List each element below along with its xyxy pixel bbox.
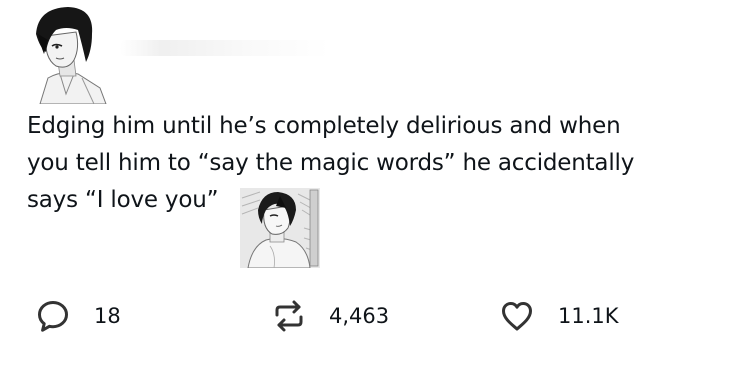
manga-panel-image	[240, 188, 320, 269]
retweet-button[interactable]: 4,463	[273, 296, 389, 336]
reply-button[interactable]: 18	[36, 296, 121, 336]
avatar-image	[22, 4, 114, 105]
username-area[interactable]	[120, 40, 330, 56]
heart-icon	[502, 302, 532, 331]
retweet-count: 4,463	[329, 304, 390, 328]
speech-bubble-icon	[38, 301, 68, 332]
retweet-icon	[275, 300, 303, 332]
reply-count: 18	[94, 304, 121, 328]
tweet-inline-image[interactable]	[240, 188, 320, 269]
avatar[interactable]	[22, 4, 114, 105]
like-button[interactable]: 11.1K	[500, 296, 619, 336]
tweet-text: Edging him until he’s completely delirio…	[27, 113, 635, 213]
like-count: 11.1K	[558, 304, 619, 328]
